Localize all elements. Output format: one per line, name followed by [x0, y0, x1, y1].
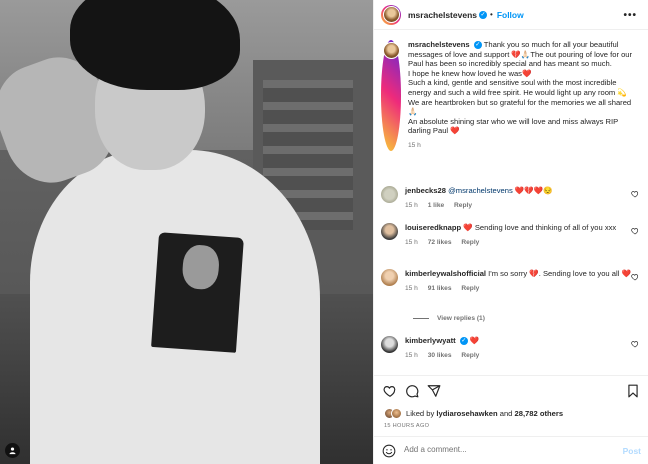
likes-summary: Liked by lydiarosehawken and 28,782 othe…	[384, 408, 563, 419]
post-sidebar: msrachelstevens ✓ • Follow ••• msrachels…	[373, 0, 648, 464]
comment-time[interactable]: 15 h	[405, 202, 418, 209]
commenter-avatar[interactable]	[381, 186, 398, 203]
verified-icon: ✓	[473, 41, 482, 49]
likes-text: Liked by lydiarosehawken and 28,782 othe…	[406, 409, 563, 418]
commenter-avatar[interactable]	[381, 223, 398, 240]
reply-button[interactable]: Reply	[454, 202, 472, 209]
likes-count[interactable]: 28,782 others	[515, 409, 564, 418]
caption-avatar-ring[interactable]	[381, 40, 401, 151]
verified-icon: ✓	[479, 10, 487, 19]
comment-username[interactable]: louiseredknapp	[405, 223, 461, 232]
caption-meta: 15 h	[408, 141, 634, 151]
comment-icon[interactable]	[405, 384, 419, 398]
user-tag-icon[interactable]	[5, 443, 20, 458]
post-timestamp[interactable]: 15 HOURS AGO	[384, 423, 429, 429]
comment-username[interactable]: kimberlywyatt	[405, 336, 456, 345]
photo-hair	[70, 0, 240, 90]
author-avatar-ring[interactable]	[381, 4, 401, 25]
view-replies-label[interactable]: View replies (1)	[437, 315, 485, 322]
comment-meta: 15 h 91 likes Reply	[405, 284, 633, 294]
likes-conj: and	[497, 409, 515, 418]
post-header: msrachelstevens ✓ • Follow •••	[374, 0, 648, 30]
comment-text: ❤️ Sending love and thinking of all of y…	[463, 223, 617, 232]
heart-icon[interactable]	[383, 384, 397, 398]
comment-likes[interactable]: 91 likes	[428, 285, 452, 292]
reply-button[interactable]: Reply	[461, 352, 479, 359]
share-icon[interactable]	[427, 384, 441, 398]
bookmark-icon[interactable]	[626, 384, 640, 398]
comment-text: ❤️	[469, 336, 480, 345]
follow-button[interactable]: Follow	[497, 10, 524, 20]
comment-username[interactable]: jenbecks28	[405, 186, 446, 195]
comment-time[interactable]: 15 h	[405, 352, 418, 359]
comment-likes[interactable]: 72 likes	[428, 239, 452, 246]
commenter-avatar[interactable]	[381, 336, 398, 353]
reply-button[interactable]: Reply	[461, 285, 479, 292]
comment-text: ❤️💔❤️😔	[512, 186, 553, 195]
likes-prefix: Liked by	[406, 409, 437, 418]
comment-meta: 15 h 30 likes Reply	[405, 351, 633, 361]
verified-icon: ✓	[459, 337, 468, 345]
heart-icon[interactable]	[631, 227, 639, 235]
liker-avatar[interactable]	[391, 408, 402, 419]
caption-username[interactable]: msrachelstevens	[408, 40, 470, 49]
caption: msrachelstevens ✓ Thank you so much for …	[381, 40, 643, 151]
caption-text-4: We are heartbroken but so grateful for t…	[408, 97, 632, 117]
heart-icon[interactable]	[631, 190, 639, 198]
smile-icon[interactable]	[382, 444, 396, 458]
caption-text-3: Such a kind, gentle and sensitive soul w…	[408, 78, 627, 97]
caption-avatar[interactable]	[382, 41, 400, 59]
heart-icon[interactable]	[631, 273, 639, 281]
reply-button[interactable]: Reply	[461, 239, 479, 246]
comment-username[interactable]: kimberleywalshofficial	[405, 269, 486, 278]
view-replies-line	[413, 318, 429, 319]
more-icon[interactable]: •••	[623, 10, 637, 21]
header-separator: •	[490, 10, 493, 19]
caption-time[interactable]: 15 h	[408, 142, 421, 149]
comment-meta: 15 h 1 like Reply	[405, 201, 633, 211]
view-replies-button[interactable]: View replies (1)	[413, 315, 485, 322]
comment-meta: 15 h 72 likes Reply	[405, 238, 633, 248]
author-avatar[interactable]	[382, 6, 400, 23]
comments-list[interactable]: msrachelstevens ✓ Thank you so much for …	[374, 31, 648, 375]
action-bar	[374, 375, 648, 405]
caption-text-5: An absolute shining star who we will lov…	[408, 116, 619, 136]
comment-likes[interactable]: 1 like	[428, 202, 445, 209]
comment-mention[interactable]: @msrachelstevens	[448, 186, 513, 195]
comment-input[interactable]	[404, 445, 604, 454]
comment-item: jenbecks28 @msrachelstevens ❤️💔❤️😔 15 h …	[381, 186, 643, 210]
header-username[interactable]: msrachelstevens	[408, 10, 477, 20]
comment-likes[interactable]: 30 likes	[428, 352, 452, 359]
add-comment-bar: Post	[374, 436, 648, 464]
post-photo[interactable]	[0, 0, 373, 464]
comment-time[interactable]: 15 h	[405, 285, 418, 292]
comment-time[interactable]: 15 h	[405, 239, 418, 246]
comment-item: louiseredknapp ❤️ Sending love and think…	[381, 223, 643, 247]
comment-item: kimberlywyatt ✓ ❤️ 15 h 30 likes Reply	[381, 336, 643, 360]
caption-text-2: I hope he knew how loved he was❤️	[408, 68, 532, 78]
likes-first-user[interactable]: lydiarosehawken	[436, 409, 497, 418]
comment-text: I'm so sorry 💔. Sending love to you all …	[488, 269, 631, 278]
comment-item: kimberleywalshofficial I'm so sorry 💔. S…	[381, 269, 643, 293]
heart-icon[interactable]	[631, 340, 639, 348]
photo-shirt-print	[151, 232, 244, 353]
post-button[interactable]: Post	[623, 446, 641, 456]
commenter-avatar[interactable]	[381, 269, 398, 286]
